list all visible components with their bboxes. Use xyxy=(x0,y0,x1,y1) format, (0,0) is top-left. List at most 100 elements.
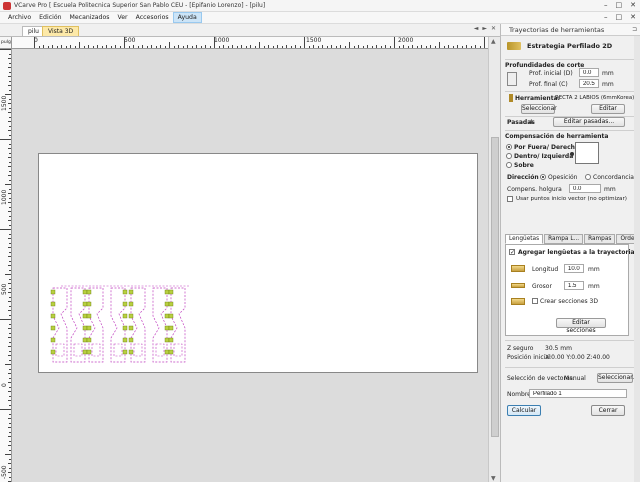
create-3d-checkbox[interactable] xyxy=(532,298,538,304)
ruler-tick xyxy=(106,45,107,48)
menu-ayuda[interactable]: Ayuda xyxy=(172,12,202,23)
ruler-tick xyxy=(412,45,413,48)
ruler-tick xyxy=(8,391,11,392)
doc-close-icon[interactable]: ✕ xyxy=(630,13,636,21)
direction-label: Dirección xyxy=(507,174,539,181)
material-sheet[interactable] xyxy=(38,153,478,373)
window-controls: – □ ✕ xyxy=(604,1,636,9)
pin-icon[interactable]: ⊐ xyxy=(632,26,637,33)
pane-prev-icon[interactable]: ◄ xyxy=(474,25,479,32)
h-ruler-label: 500 xyxy=(124,37,136,44)
maximize-icon[interactable]: □ xyxy=(616,1,623,9)
ruler-tick xyxy=(223,45,224,48)
ruler-tick xyxy=(425,46,427,48)
tab-rampa-l[interactable]: Rampa L... xyxy=(544,234,584,244)
ruler-tick xyxy=(9,278,11,280)
ruler-tick xyxy=(128,46,130,48)
close-button[interactable]: Cerrar xyxy=(591,405,625,416)
ruler-tick xyxy=(0,229,11,230)
edit-tabs-button[interactable]: Editar secciones xyxy=(556,318,606,334)
select-vectors-button[interactable]: Seleccionar... xyxy=(597,373,638,383)
tab-vista-3d[interactable]: Vista 3D xyxy=(42,26,80,36)
edit-passes-button[interactable]: Editar pasadas... xyxy=(553,117,625,127)
allowance-input[interactable] xyxy=(569,184,601,193)
ruler-tick xyxy=(133,45,134,48)
ruler-tick xyxy=(142,45,143,48)
radio-on[interactable] xyxy=(506,162,512,168)
radio-inside[interactable] xyxy=(506,153,512,159)
tab-marker xyxy=(82,289,88,295)
tab-thickness-input[interactable] xyxy=(564,281,584,290)
ruler-tick xyxy=(470,46,472,48)
toolpath-inner[interactable] xyxy=(173,343,183,357)
ruler-tick xyxy=(119,46,121,48)
toolpath-name-input[interactable] xyxy=(529,389,627,398)
scroll-up-icon[interactable]: ▲ xyxy=(491,38,496,45)
tab-marker xyxy=(164,349,170,355)
ruler-tick xyxy=(250,45,251,48)
toolpath-inner[interactable] xyxy=(73,343,83,357)
ruler-tick xyxy=(56,46,58,48)
ruler-tick xyxy=(484,37,485,48)
toolpath-inner[interactable] xyxy=(155,343,165,357)
tab-marker xyxy=(164,325,170,331)
toolpath-inner[interactable] xyxy=(55,343,65,357)
ruler-tick xyxy=(0,409,11,410)
menu-mecanizados[interactable]: Mecanizados xyxy=(66,12,114,23)
edit-tool-button[interactable]: Editar xyxy=(591,104,625,114)
toolpath-inner[interactable] xyxy=(113,343,123,357)
menu-accesorios[interactable]: Accesorios xyxy=(132,12,173,23)
ruler-tick xyxy=(403,45,404,48)
tab-marker xyxy=(168,301,174,307)
select-tool-button[interactable]: Seleccionar xyxy=(521,104,557,114)
vector-start-checkbox[interactable] xyxy=(507,196,513,202)
tab-lenguetas[interactable]: Lengüetas xyxy=(505,234,544,244)
add-tabs-checkbox[interactable]: ✓ xyxy=(509,249,515,256)
ruler-tick xyxy=(259,42,260,48)
start-depth-input[interactable] xyxy=(579,68,599,77)
radio-conventional[interactable] xyxy=(585,174,591,180)
ruler-tick xyxy=(8,463,11,464)
panel-scrollbar[interactable] xyxy=(634,36,640,482)
ruler-tick xyxy=(191,46,193,48)
vertical-scrollbar[interactable]: ▲ ▼ xyxy=(488,37,500,482)
h-ruler-label: 1500 xyxy=(306,37,322,44)
divider xyxy=(505,130,635,131)
toolpath-inner[interactable] xyxy=(91,343,101,357)
ruler-tick xyxy=(8,202,11,203)
panel-header: Trayectorias de herramientas ⊐ xyxy=(501,24,640,36)
ruler-tick xyxy=(9,449,11,451)
pane-next-icon[interactable]: ► xyxy=(482,25,487,32)
drawing-viewport[interactable]: pulg 0 500 1000 1500 2000 1500 1000 500 … xyxy=(0,36,500,482)
toolpath-drawing[interactable] xyxy=(39,154,479,374)
tab-rampas[interactable]: Rampas xyxy=(584,234,616,244)
ruler-tick xyxy=(74,46,76,48)
end-depth-input[interactable] xyxy=(579,79,599,88)
radio-climb[interactable] xyxy=(540,174,546,180)
ruler-tick xyxy=(0,49,11,50)
toolpath-inner[interactable] xyxy=(133,343,143,357)
radio-on-label: Sobre xyxy=(514,162,534,169)
doc-restore-icon[interactable]: □ xyxy=(616,13,623,21)
minimize-icon[interactable]: – xyxy=(604,1,608,9)
menu-ver[interactable]: Ver xyxy=(114,12,132,23)
scroll-thumb[interactable] xyxy=(491,137,499,437)
calculate-button[interactable]: Calcular xyxy=(507,405,541,416)
doc-minimize-icon[interactable]: – xyxy=(604,13,608,21)
ruler-tick xyxy=(394,37,395,48)
app-icon xyxy=(3,2,11,10)
radio-outside[interactable] xyxy=(506,144,512,150)
menu-edicion[interactable]: Edición xyxy=(35,12,65,23)
ruler-tick xyxy=(9,107,11,109)
ruler-tick xyxy=(38,46,40,48)
close-icon[interactable]: ✕ xyxy=(630,1,636,9)
ruler-tick xyxy=(9,134,11,136)
pane-close-icon[interactable]: ✕ xyxy=(491,25,496,32)
menu-archivo[interactable]: Archivo xyxy=(4,12,35,23)
divider xyxy=(505,59,635,60)
tab-3d-icon xyxy=(511,298,525,305)
scroll-down-icon[interactable]: ▼ xyxy=(491,475,496,482)
tab-marker xyxy=(82,313,88,319)
tab-length-input[interactable] xyxy=(564,264,584,273)
ruler-tick xyxy=(322,45,323,48)
